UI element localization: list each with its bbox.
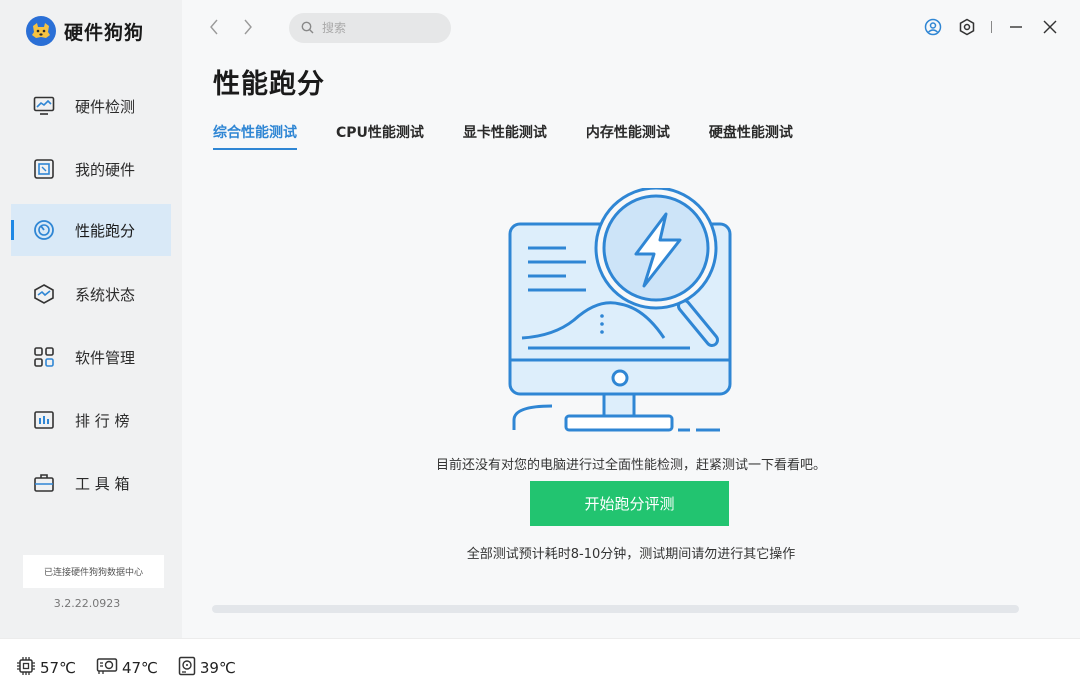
tab-disk[interactable]: 硬盘性能测试: [709, 122, 793, 150]
sidebar: 硬件狗狗 硬件检测 我的硬件 性能跑分 系统状态 软件管理 排 行 榜 工 具 …: [0, 0, 182, 638]
ranking-icon: [33, 409, 55, 431]
user-icon[interactable]: [923, 17, 943, 37]
tab-memory[interactable]: 内存性能测试: [586, 122, 670, 150]
sidebar-item-label: 我的硬件: [75, 160, 136, 179]
sidebar-item-system-status[interactable]: 系统状态: [11, 268, 171, 320]
dog-logo-icon: [26, 16, 56, 46]
main-panel: 性能跑分 综合性能测试 CPU性能测试 显卡性能测试 内存性能测试 硬盘性能测试: [182, 0, 1080, 638]
app-version: 3.2.22.0923: [53, 597, 121, 610]
sidebar-item-benchmark[interactable]: 性能跑分: [11, 204, 171, 256]
sidebar-item-ranking[interactable]: 排 行 榜: [11, 394, 171, 446]
benchmark-tabs: 综合性能测试 CPU性能测试 显卡性能测试 内存性能测试 硬盘性能测试: [213, 122, 793, 150]
sidebar-item-hardware-detect[interactable]: 硬件检测: [11, 80, 171, 132]
sidebar-item-label: 软件管理: [75, 348, 136, 367]
tab-cpu[interactable]: CPU性能测试: [336, 122, 424, 150]
connection-status: 已连接硬件狗狗数据中心: [23, 555, 164, 588]
duration-hint: 全部测试预计耗时8-10分钟，测试期间请勿进行其它操作: [466, 547, 796, 562]
disk-temp-value: 39℃: [199, 659, 236, 677]
app-name: 硬件狗狗: [64, 21, 145, 44]
window-controls: [923, 17, 1060, 37]
benchmark-illustration: [494, 186, 734, 442]
gpu-temp-value: 47℃: [121, 659, 158, 677]
back-arrow-icon[interactable]: [206, 17, 222, 37]
sidebar-item-software-manage[interactable]: 软件管理: [11, 331, 171, 383]
search-icon: [301, 19, 314, 38]
minimize-icon[interactable]: [1006, 17, 1026, 37]
sidebar-item-label: 硬件检测: [75, 97, 136, 116]
gpu-icon: [96, 657, 118, 679]
system-status-icon: [33, 283, 55, 305]
page-title: 性能跑分: [213, 69, 325, 100]
sidebar-item-label: 排 行 榜: [75, 411, 130, 430]
toolbox-icon: [33, 472, 55, 494]
speedometer-icon: [33, 219, 55, 241]
cpu-icon: [16, 656, 36, 680]
cpu-temp-value: 57℃: [40, 659, 76, 677]
monitor-icon: [33, 95, 55, 117]
tab-gpu[interactable]: 显卡性能测试: [463, 122, 547, 150]
app-logo: 硬件狗狗: [26, 16, 144, 46]
disk-icon: [178, 656, 196, 680]
search-input[interactable]: [322, 21, 442, 35]
apps-grid-icon: [33, 346, 55, 368]
disk-temperature: 39℃: [178, 656, 236, 680]
hardware-icon: [33, 158, 55, 180]
gear-icon[interactable]: [957, 17, 977, 37]
forward-arrow-icon[interactable]: [240, 17, 256, 37]
separator: [991, 21, 992, 33]
status-bar: 57℃ 47℃ 39℃: [0, 638, 1080, 697]
history-nav: [206, 17, 256, 37]
empty-state-message: 目前还没有对您的电脑进行过全面性能检测，赶紧测试一下看看吧。: [435, 458, 826, 473]
sidebar-item-label: 性能跑分: [75, 221, 136, 240]
sidebar-item-label: 系统状态: [75, 285, 136, 304]
gpu-temperature: 47℃: [96, 657, 158, 679]
sidebar-item-my-hardware[interactable]: 我的硬件: [11, 143, 171, 195]
sidebar-item-label: 工 具 箱: [75, 474, 130, 493]
progress-bar: [212, 605, 1019, 613]
tab-overall[interactable]: 综合性能测试: [213, 122, 297, 150]
start-benchmark-button[interactable]: 开始跑分评测: [530, 481, 729, 526]
sidebar-item-toolbox[interactable]: 工 具 箱: [11, 457, 171, 509]
close-icon[interactable]: [1040, 17, 1060, 37]
search-box[interactable]: [289, 13, 451, 43]
cpu-temperature: 57℃: [16, 656, 76, 680]
